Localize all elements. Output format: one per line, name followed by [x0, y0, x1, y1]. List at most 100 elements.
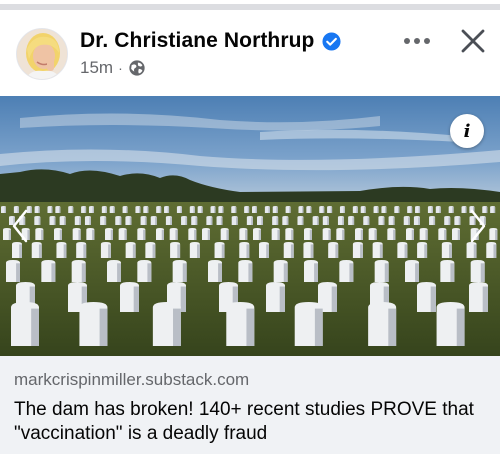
gravestone-shadow: [197, 244, 200, 258]
gravestone-shadow: [314, 263, 318, 282]
gravestone-shadow: [38, 207, 40, 213]
gravestone-shadow: [301, 217, 304, 225]
gravestone-shadow: [161, 229, 164, 240]
author-avatar[interactable]: [16, 28, 68, 80]
gravestone-shadow: [180, 286, 186, 312]
chevron-right-icon: [470, 209, 486, 243]
gravestone-shadow: [342, 217, 344, 225]
gravestone-shadow: [182, 263, 187, 282]
gravestone-shadow: [16, 263, 20, 282]
previous-image-button[interactable]: [8, 204, 32, 248]
gravestone-shadow: [4, 207, 6, 213]
link-preview[interactable]: markcrispinmiller.substack.com The dam h…: [0, 356, 500, 454]
next-image-button[interactable]: [466, 204, 490, 248]
gravestone-shadow: [449, 244, 452, 258]
gravestone-shadow: [119, 217, 122, 225]
post-header: Dr. Christiane Northrup 15m ·: [0, 14, 500, 96]
gravestone-shadow: [431, 207, 433, 213]
gravestone-shadow: [268, 207, 270, 213]
gravestone-shadow: [146, 207, 149, 213]
gravestone-shadow: [185, 217, 188, 225]
gravestone-shadow: [327, 217, 329, 225]
gravestone-shadow: [397, 207, 400, 213]
close-button[interactable]: [456, 24, 490, 58]
gravestone-shadow: [177, 244, 181, 258]
gravestone-shadow: [38, 244, 42, 258]
gravestone-shadow: [251, 217, 253, 225]
gravestone-shadow: [385, 207, 387, 213]
gravestone-shadow: [214, 207, 216, 213]
gravestone-shadow: [195, 217, 198, 225]
gravestone-shadow: [495, 229, 498, 240]
gravestone-shadow: [360, 229, 363, 240]
gravestone-shadow: [220, 217, 223, 225]
gravestone-shadow: [457, 229, 460, 240]
author-row: Dr. Christiane Northrup: [80, 28, 341, 54]
gravestone-shadow: [310, 244, 314, 258]
gravestone-shadow: [493, 207, 496, 213]
gravestone-shadow: [63, 244, 67, 258]
gravestone-shadow: [418, 217, 420, 225]
gravestone-shadow: [258, 229, 261, 240]
gravestone-shadow: [147, 263, 152, 282]
gravestone-shadow: [247, 207, 250, 213]
gravestone-shadow: [201, 207, 203, 213]
post-meta: 15m ·: [80, 58, 146, 78]
info-icon: i: [463, 120, 471, 142]
gravestone-shadow: [124, 229, 127, 240]
gravestone-shadow: [221, 244, 225, 258]
link-headline[interactable]: The dam has broken! 140+ recent studies …: [14, 398, 490, 446]
gravestone-shadow: [159, 207, 162, 213]
gravestone-shadow: [408, 217, 410, 225]
gravestone-shadow: [286, 217, 289, 225]
gravestone-shadow: [104, 217, 107, 225]
gravestone-shadow: [133, 286, 139, 312]
gravestone-shadow: [31, 308, 39, 346]
gravestone-shadow: [144, 217, 147, 225]
gravestone-shadow: [388, 308, 397, 346]
gravestone-shadow: [377, 207, 379, 213]
gravestone-shadow: [335, 244, 339, 258]
gravestone-shadow: [290, 244, 294, 258]
gravestone-shadow: [170, 217, 172, 225]
gravestone-shadow: [117, 263, 121, 282]
gravestone-shadow: [180, 207, 182, 213]
gravestone-shadow: [382, 217, 385, 225]
gravestone-shadow: [379, 244, 383, 258]
gravestone-shadow: [392, 217, 395, 225]
gravestone-shadow: [193, 207, 195, 213]
gravestone-shadow: [261, 217, 263, 225]
gravestone-shadow: [364, 207, 366, 213]
gravestone-shadow: [456, 308, 465, 346]
gravestone-shadow: [63, 217, 66, 225]
gravestone-shadow: [277, 229, 280, 240]
gravestone-shadow: [175, 229, 178, 240]
gravestone-shadow: [349, 263, 354, 282]
gravestone-shadow: [126, 207, 128, 213]
gravestone-shadow: [248, 263, 253, 282]
gravestone-shadow: [139, 207, 141, 213]
gravestone-shadow: [246, 308, 255, 346]
author-name[interactable]: Dr. Christiane Northrup: [80, 29, 315, 53]
gravestone-shadow: [393, 229, 396, 240]
gravestone-shadow: [439, 207, 441, 213]
gravestone-shadow: [194, 229, 197, 240]
gravestone-shadow: [283, 263, 288, 282]
gravestone-shadow: [316, 217, 319, 225]
gravestone-shadow: [167, 207, 170, 213]
gravestone-shadow: [143, 229, 146, 240]
gravestone-shadow: [92, 207, 94, 213]
gravestone-shadow: [83, 244, 87, 258]
post-timestamp[interactable]: 15m: [80, 58, 113, 78]
gravestone-shadow: [132, 244, 136, 258]
more-options-button[interactable]: [398, 26, 436, 56]
gravestone-shadow: [234, 207, 237, 213]
chevron-left-icon: [12, 209, 28, 243]
top-divider: [0, 0, 500, 14]
post-image[interactable]: i: [0, 96, 500, 356]
image-info-button[interactable]: i: [450, 114, 484, 148]
gravestone-shadow: [266, 244, 269, 258]
gravestone-shadow: [207, 229, 210, 240]
gravestone-shadow: [384, 263, 389, 282]
gravestone-shadow: [279, 286, 285, 312]
